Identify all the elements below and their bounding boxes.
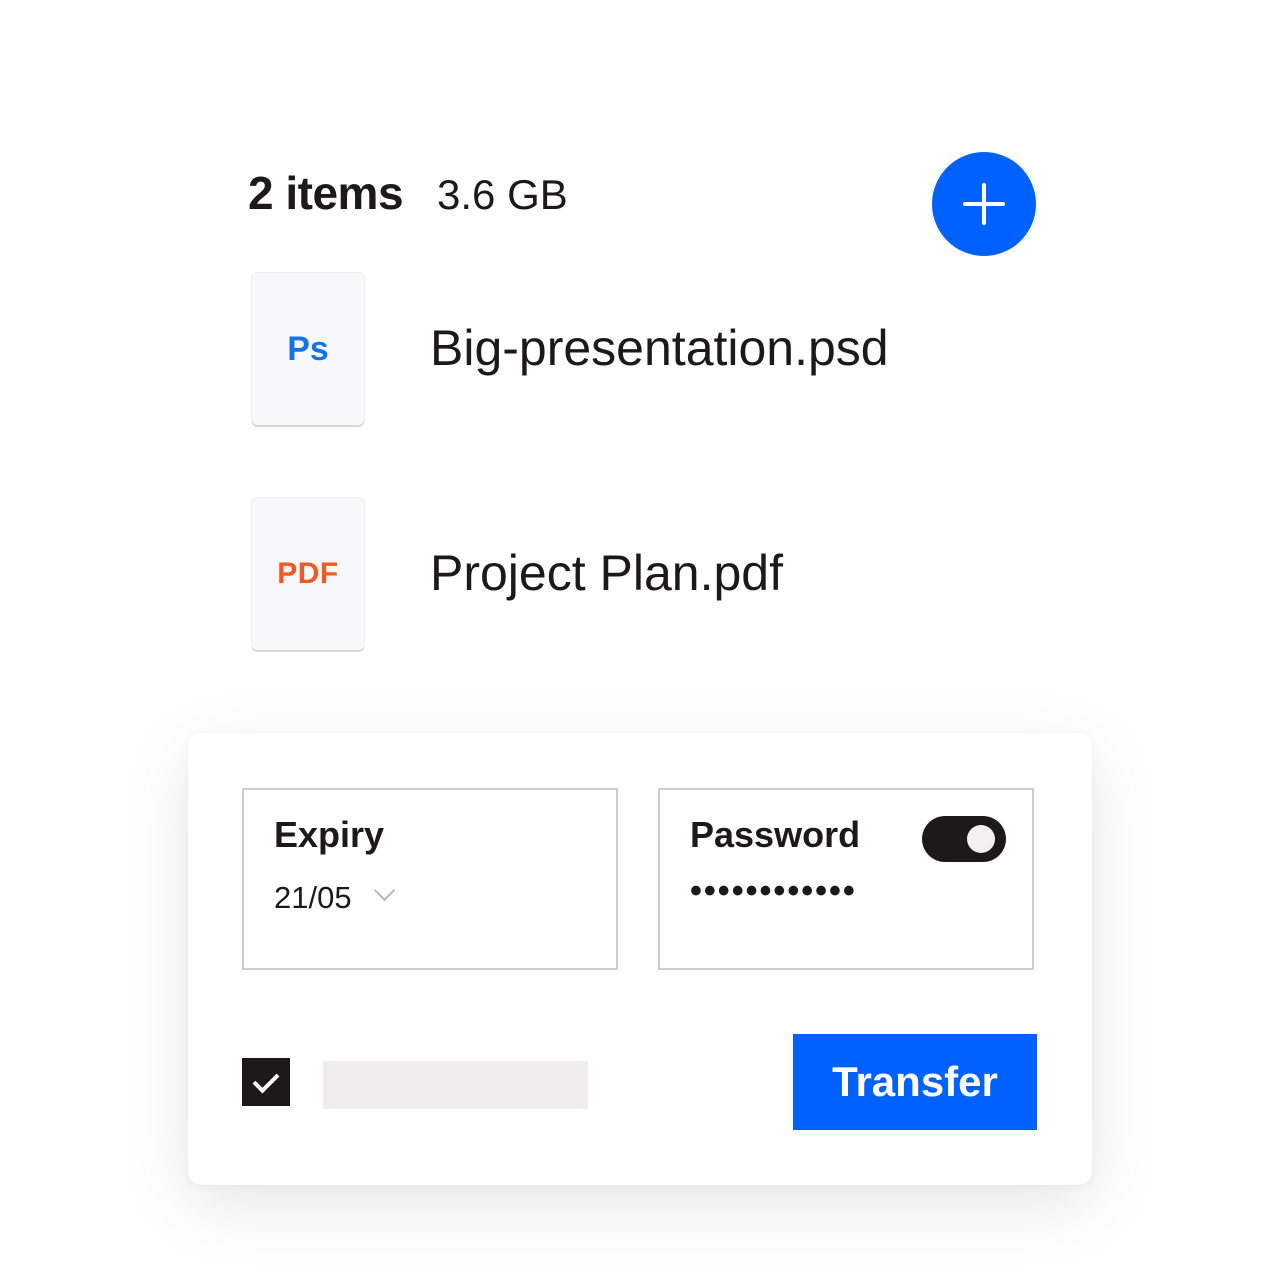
toggle-knob — [967, 825, 995, 853]
expiry-field[interactable]: Expiry 21/05 — [242, 788, 618, 970]
password-label: Password — [690, 814, 861, 855]
agreement-checkbox[interactable] — [242, 1058, 290, 1106]
transfer-summary: 2 items 3.6 GB — [248, 166, 568, 226]
file-item[interactable]: Ps Big-presentation.psd — [252, 273, 952, 429]
file-type-label: PDF — [277, 557, 339, 590]
file-name: Project Plan.pdf — [430, 545, 783, 601]
file-name: Big-presentation.psd — [430, 320, 889, 376]
transfer-button[interactable]: Transfer — [793, 1034, 1037, 1130]
password-value[interactable]: •••••••••••• — [690, 872, 857, 911]
password-toggle[interactable] — [922, 816, 1006, 862]
checkmark-icon — [252, 1066, 280, 1094]
add-files-button[interactable] — [932, 152, 1036, 256]
total-size: 3.6 GB — [437, 171, 568, 218]
expiry-label: Expiry — [274, 814, 385, 855]
file-item[interactable]: PDF Project Plan.pdf — [252, 498, 952, 654]
photoshop-file-icon: Ps — [252, 273, 364, 425]
password-field[interactable]: Password •••••••••••• — [658, 788, 1034, 970]
transfer-options-panel: Expiry 21/05 Password •••••••••••• Trans… — [188, 733, 1092, 1185]
file-type-label: Ps — [287, 329, 329, 368]
expiry-date-value: 21/05 — [274, 880, 352, 915]
item-count: 2 items — [248, 167, 404, 219]
transfer-screen: 2 items 3.6 GB Ps Big-presentation.psd P… — [0, 0, 1280, 1280]
pdf-file-icon: PDF — [252, 498, 364, 650]
chevron-down-icon[interactable] — [373, 879, 396, 902]
checkbox-label-placeholder — [323, 1061, 588, 1109]
